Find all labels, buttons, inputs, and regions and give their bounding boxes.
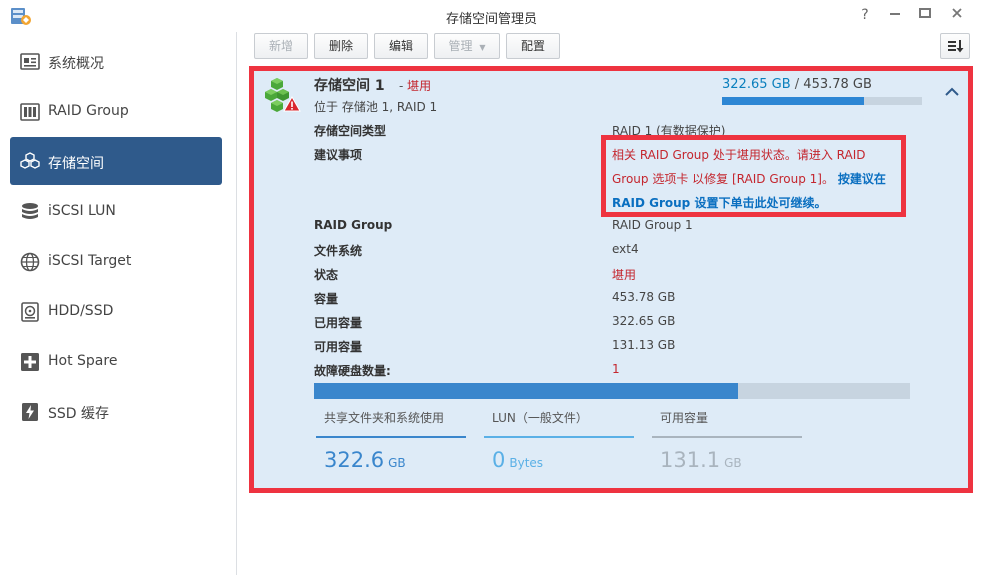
- detail-label-status: 状态: [314, 268, 339, 282]
- capacity-total: 453.78 GB: [803, 77, 872, 92]
- legend-value-shared: 322.6 GB: [324, 448, 406, 472]
- sidebar-item-volume[interactable]: 存储空间: [10, 137, 222, 185]
- volume-degraded-icon: [265, 78, 301, 112]
- sidebar-item-label: 存储空间: [48, 156, 104, 172]
- detail-label-advice: 建议事项: [314, 148, 363, 162]
- hot-spare-icon: [21, 353, 39, 371]
- capacity-bar-fill: [722, 97, 865, 105]
- legend-value-lun: 0 Bytes: [492, 448, 543, 472]
- legend-line-lun: [484, 436, 634, 438]
- capacity-summary: 322.65 GB / 453.78 GB: [722, 77, 872, 92]
- sidebar-item-label: HDD/SSD: [48, 303, 114, 319]
- legend-number-free: 131.1: [660, 448, 721, 472]
- collapse-chevron-icon[interactable]: [943, 84, 961, 100]
- detail-value-raid-group: RAID Group 1: [612, 218, 693, 232]
- sidebar-item-hdd-ssd[interactable]: HDD/SSD: [10, 287, 222, 335]
- detail-value-status: 堪用: [612, 268, 637, 282]
- delete-button[interactable]: 删除: [314, 33, 368, 59]
- sort-icon: [948, 40, 964, 53]
- detail-value-used: 322.65 GB: [612, 314, 676, 328]
- sidebar-item-label: 系统概况: [48, 56, 104, 72]
- detail-label-capacity: 容量: [314, 292, 339, 306]
- usage-bar: [314, 383, 910, 399]
- detail-label-used: 已用容量: [314, 316, 363, 330]
- legend-unit-free: GB: [724, 456, 742, 470]
- usage-bar-fill: [314, 383, 738, 399]
- legend-unit-shared: GB: [388, 456, 406, 470]
- manage-dropdown[interactable]: 管理 ▼: [434, 33, 500, 59]
- legend-label-shared: 共享文件夹和系统使用: [324, 411, 445, 425]
- detail-label-volume-type: 存储空间类型: [314, 124, 387, 138]
- legend-number-lun: 0: [492, 448, 506, 472]
- sidebar-divider: [236, 32, 237, 575]
- capacity-separator: /: [794, 77, 800, 92]
- legend-value-free: 131.1 GB: [660, 448, 742, 472]
- sidebar-item-iscsi-target[interactable]: iSCSI Target: [10, 237, 222, 285]
- sidebar-item-ssd-cache[interactable]: SSD 缓存: [10, 387, 222, 435]
- detail-value-filesystem: ext4: [612, 242, 639, 256]
- sidebar: 系统概况 RAID Group 存储空间 iSCSI LUN iSCSI Tar…: [0, 32, 236, 575]
- detail-label-filesystem: 文件系统: [314, 244, 363, 258]
- manage-label: 管理: [448, 39, 473, 53]
- title-bar: 存储空间管理员 ?: [0, 0, 983, 32]
- help-icon[interactable]: ?: [856, 6, 874, 24]
- detail-value-available: 131.13 GB: [612, 338, 676, 352]
- sidebar-item-label: RAID Group: [48, 103, 129, 119]
- legend-unit-lun: Bytes: [509, 456, 544, 470]
- detail-label-available: 可用容量: [314, 340, 363, 354]
- edit-button[interactable]: 编辑: [374, 33, 428, 59]
- legend-line-shared: [316, 436, 466, 438]
- volume-icon: [20, 152, 40, 169]
- caret-down-icon: ▼: [479, 43, 486, 52]
- overview-icon: [20, 53, 40, 70]
- status-separator: -: [399, 79, 404, 93]
- legend-line-free: [652, 436, 802, 438]
- legend-label-lun: LUN（一般文件）: [492, 411, 588, 425]
- hdd-icon: [21, 302, 39, 322]
- sidebar-item-label: iSCSI Target: [48, 253, 132, 269]
- legend-label-free: 可用容量: [660, 411, 709, 425]
- status-text: 堪用: [407, 79, 432, 93]
- iscsi-target-icon: [20, 252, 40, 272]
- sidebar-item-iscsi-lun[interactable]: iSCSI LUN: [10, 187, 222, 235]
- advice-message: 相关 RAID Group 处于堪用状态。请进入 RAID Group 选项卡 …: [612, 143, 898, 215]
- ssd-cache-icon: [22, 403, 38, 421]
- close-icon[interactable]: [948, 6, 966, 24]
- sidebar-item-hot-spare[interactable]: Hot Spare: [10, 337, 222, 385]
- window-title: 存储空间管理员: [445, 12, 537, 27]
- detail-label-failed-disks: 故障硬盘数量:: [314, 364, 391, 378]
- detail-label-raid-group: RAID Group: [314, 218, 393, 232]
- configure-button[interactable]: 配置: [506, 33, 560, 59]
- minimize-icon[interactable]: [886, 6, 904, 24]
- raid-group-icon: [20, 103, 40, 121]
- volume-name: 存储空间 1: [314, 78, 385, 94]
- legend-number-shared: 322.6: [324, 448, 385, 472]
- capacity-bar: [722, 97, 922, 105]
- iscsi-lun-icon: [22, 203, 38, 219]
- maximize-icon[interactable]: [916, 6, 934, 24]
- sort-button[interactable]: [940, 33, 970, 59]
- sidebar-item-label: Hot Spare: [48, 353, 118, 369]
- detail-value-failed-disks: 1: [612, 362, 620, 376]
- sidebar-item-overview[interactable]: 系统概况: [10, 37, 222, 85]
- sidebar-item-label: SSD 缓存: [48, 406, 110, 422]
- sidebar-item-raid-group[interactable]: RAID Group: [10, 87, 222, 135]
- create-button[interactable]: 新增: [254, 33, 308, 59]
- capacity-used: 322.65 GB: [722, 77, 791, 92]
- volume-location: 位于 存储池 1, RAID 1: [314, 100, 438, 114]
- detail-value-capacity: 453.78 GB: [612, 290, 676, 304]
- sidebar-item-label: iSCSI LUN: [48, 203, 116, 219]
- volume-status: - 堪用: [399, 77, 431, 94]
- advice-text: 相关 RAID Group 处于堪用状态。请进入 RAID Group 选项卡 …: [612, 148, 866, 186]
